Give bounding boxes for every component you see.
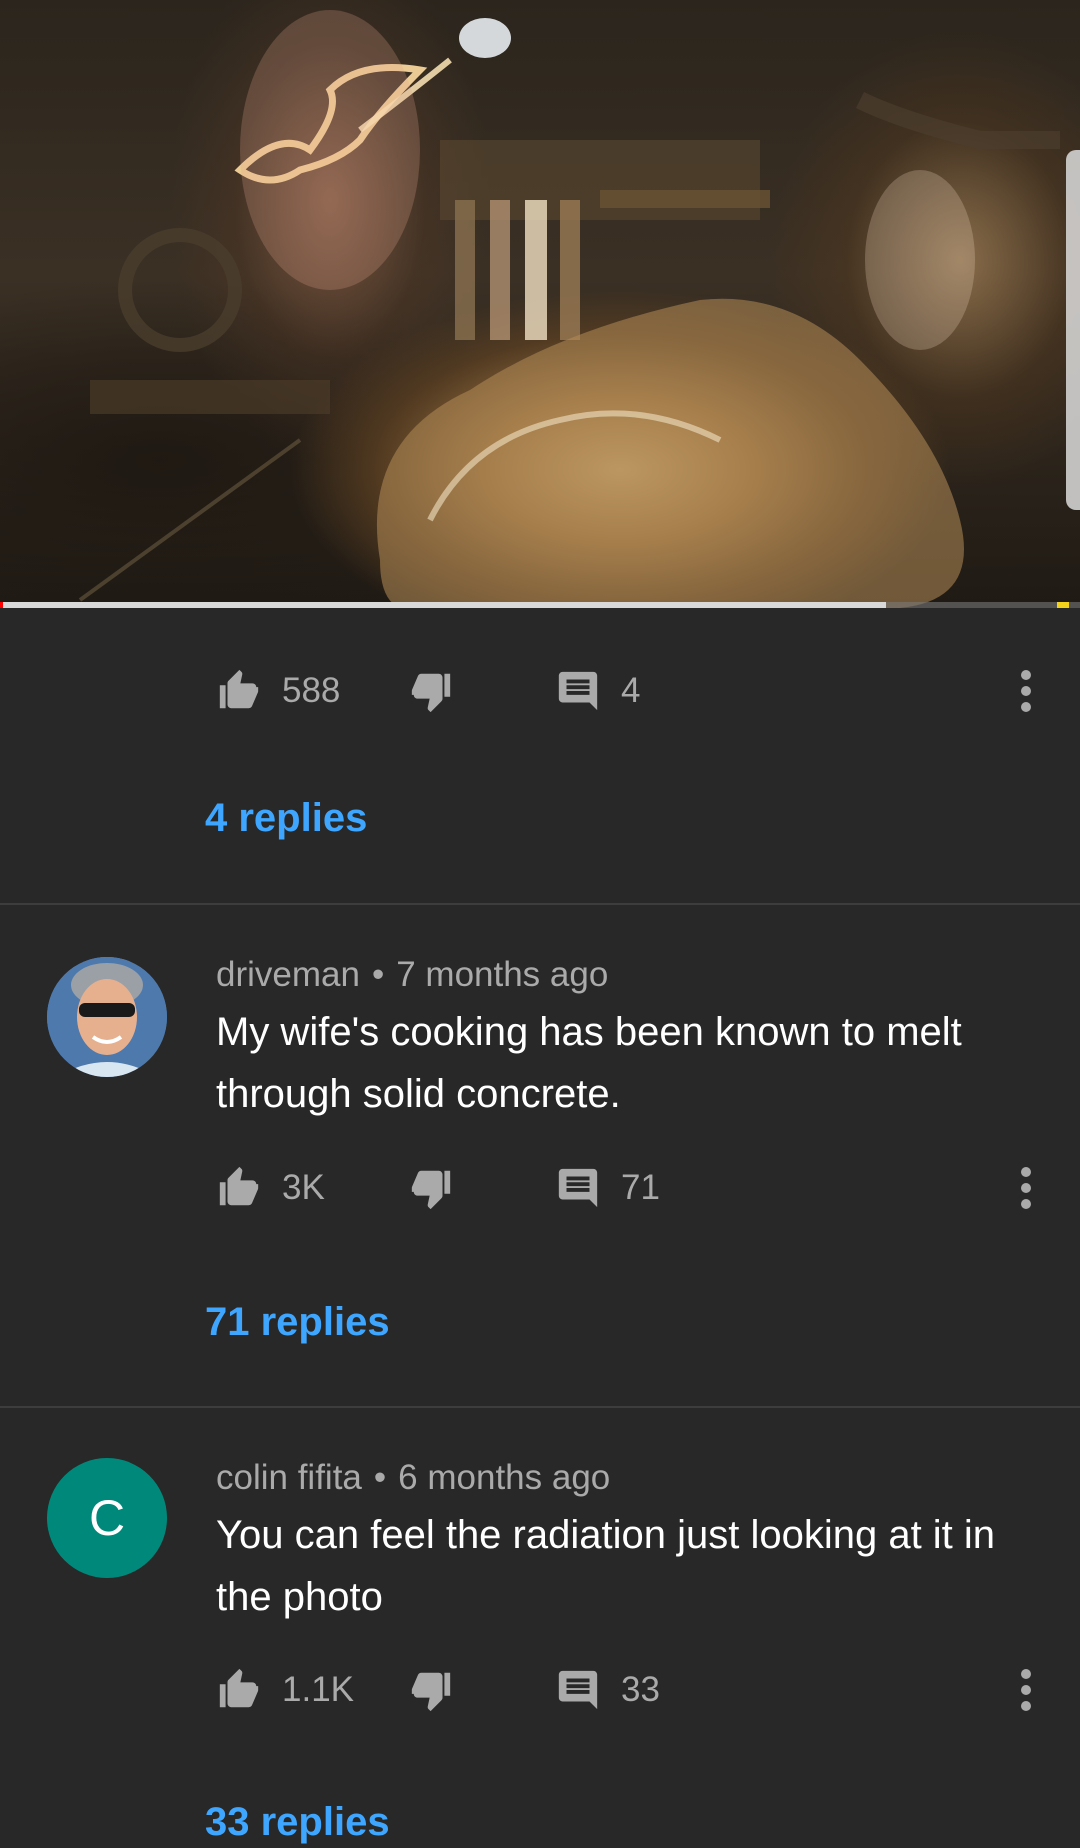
separator-dot: • (373, 1458, 387, 1497)
comment-meta: driveman • 7 months ago (216, 955, 608, 995)
comment-actions: 588 4 (0, 661, 1080, 721)
thumbs-up-icon (219, 669, 259, 709)
comment-actions: 1.1K 33 (0, 1660, 1080, 1720)
comment-icon (558, 1168, 598, 1208)
dislike-button[interactable] (408, 661, 454, 721)
scroll-handle[interactable] (1066, 150, 1080, 510)
more-options-button[interactable] (1000, 1660, 1052, 1720)
comment-actions: 3K 71 (0, 1158, 1080, 1218)
reply-button[interactable]: 33 (555, 1660, 660, 1720)
more-vertical-icon (1021, 1669, 1031, 1711)
view-replies-link[interactable]: 33 replies (205, 1800, 390, 1845)
more-options-button[interactable] (1000, 1158, 1052, 1218)
view-replies-link[interactable]: 4 replies (205, 796, 367, 841)
comment-1: driveman • 7 months ago My wife's cooking … (0, 905, 1080, 1407)
thumbs-down-icon (411, 673, 451, 713)
like-count: 3K (282, 1168, 325, 1207)
comment-text: You can feel the radiation just looking … (216, 1513, 996, 1619)
comment-time: 7 months ago (396, 955, 609, 994)
view-replies-link[interactable]: 71 replies (205, 1300, 390, 1345)
thumbs-down-icon (411, 1672, 451, 1712)
comment-meta: colin fifita • 6 months ago (216, 1458, 610, 1498)
thumbs-up-icon (219, 1668, 259, 1708)
like-count: 588 (282, 671, 341, 710)
author-name[interactable]: colin fifita (216, 1458, 362, 1497)
reply-count: 33 (621, 1670, 660, 1709)
more-vertical-icon (1021, 670, 1031, 712)
comment-text: My wife's cooking has been known to melt… (216, 1010, 962, 1116)
comments-page: 588 4 4 replies driveman • 7 months ago … (0, 0, 1080, 1848)
comment-2: C colin fifita • 6 months ago You can feel… (0, 1408, 1080, 1848)
reply-button[interactable]: 4 (555, 661, 640, 721)
comment-time: 6 months ago (398, 1458, 611, 1497)
like-button[interactable]: 588 (216, 661, 340, 721)
video-player[interactable] (0, 0, 1080, 608)
thumbs-up-icon (219, 1166, 259, 1206)
dislike-button[interactable] (408, 1660, 454, 1720)
more-options-button[interactable] (1000, 661, 1052, 721)
reply-count: 4 (621, 671, 641, 710)
video-frame (78, 10, 1060, 608)
comment-0: 588 4 4 replies (0, 608, 1080, 904)
like-count: 1.1K (282, 1670, 354, 1709)
more-vertical-icon (1021, 1167, 1031, 1209)
avatar-photo (47, 957, 167, 1077)
like-button[interactable]: 3K (216, 1158, 325, 1218)
separator-dot: • (371, 955, 385, 994)
reply-count: 71 (621, 1168, 660, 1207)
comment-icon (558, 1670, 598, 1710)
dislike-button[interactable] (408, 1158, 454, 1218)
thumbs-down-icon (411, 1170, 451, 1210)
avatar[interactable]: C (47, 1458, 167, 1578)
like-button[interactable]: 1.1K (216, 1660, 354, 1720)
avatar[interactable] (47, 957, 167, 1077)
author-name[interactable]: driveman (216, 955, 360, 994)
reply-button[interactable]: 71 (555, 1158, 660, 1218)
comment-icon (558, 671, 598, 711)
